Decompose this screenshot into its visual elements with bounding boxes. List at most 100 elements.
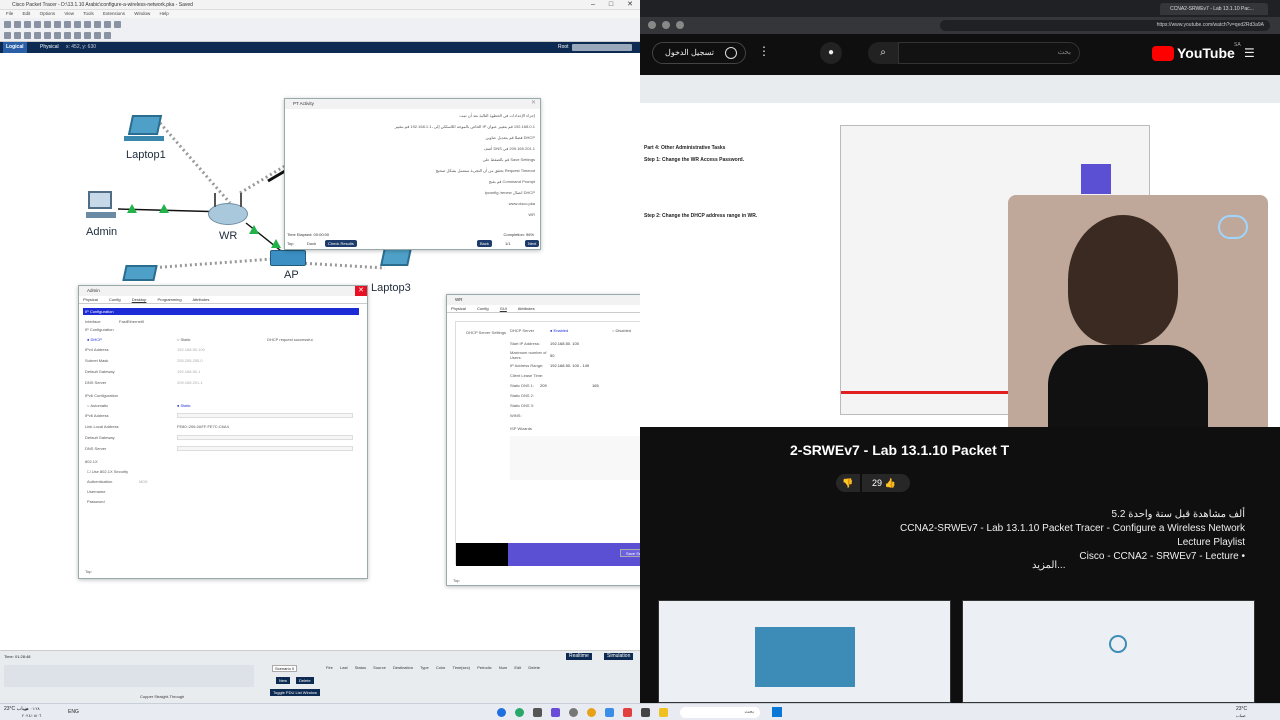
- simulation-tab[interactable]: Simulation: [604, 653, 634, 660]
- menu-file[interactable]: File: [6, 11, 13, 16]
- app-icon[interactable]: [497, 708, 506, 717]
- zoom-reset-icon[interactable]: [104, 21, 111, 28]
- paste-icon[interactable]: [64, 21, 71, 28]
- admin-device[interactable]: [86, 191, 116, 221]
- logical-tab[interactable]: Logical: [3, 42, 27, 53]
- tab-config[interactable]: Config: [477, 306, 489, 311]
- reload-icon[interactable]: [676, 21, 684, 29]
- tray-date[interactable]: ٢٠٢٤/٠٨/٠٦: [22, 713, 41, 718]
- tab-attributes[interactable]: Attributes: [518, 306, 535, 311]
- new-icon[interactable]: [4, 21, 11, 28]
- zoom-out-icon[interactable]: [114, 21, 121, 28]
- zoom-in-icon[interactable]: [94, 21, 101, 28]
- menu-window[interactable]: Window: [134, 11, 150, 16]
- ipv4-address-field[interactable]: 192.168.50.100: [177, 347, 205, 352]
- menu-options[interactable]: Options: [40, 11, 56, 16]
- youtube-logo[interactable]: YouTube: [1177, 45, 1235, 61]
- realtime-tab[interactable]: Realtime: [566, 653, 592, 660]
- dhcp-disabled-radio[interactable]: ○ Disabled: [612, 328, 631, 333]
- ipv6-static-radio[interactable]: ● Static: [177, 403, 191, 408]
- minimize-icon[interactable]: –: [585, 0, 601, 10]
- search-input[interactable]: بحث: [898, 42, 1080, 64]
- back-icon[interactable]: [648, 21, 656, 29]
- tab-gui[interactable]: GUI: [500, 306, 507, 311]
- laptop1-device[interactable]: [124, 115, 166, 145]
- draw-icon[interactable]: [54, 32, 61, 39]
- dock-checkbox[interactable]: Dock: [307, 241, 316, 246]
- weather-condition[interactable]: ضباب: [1236, 713, 1246, 718]
- browser-tab[interactable]: CCNA2-SRWEv7 - Lab 13.1.10 Pac...: [1160, 3, 1268, 15]
- ipv6-address-field[interactable]: [177, 413, 353, 418]
- toggle-pdu-button[interactable]: Toggle PDU List Window: [270, 689, 321, 696]
- app-icon[interactable]: [551, 708, 560, 717]
- scenario-select[interactable]: Scenario 0: [272, 665, 298, 672]
- video-player[interactable]: Part 4: Other Administrative Tasks Step …: [640, 75, 1280, 458]
- maximize-icon[interactable]: □: [603, 0, 619, 10]
- folder-icon[interactable]: [659, 708, 668, 717]
- start-icon[interactable]: [772, 707, 782, 717]
- forward-icon[interactable]: [662, 21, 670, 29]
- app-icon[interactable]: [605, 708, 614, 717]
- nav-tools[interactable]: [572, 44, 632, 51]
- ipv6-gateway-field[interactable]: [177, 435, 353, 440]
- palette-icon[interactable]: [94, 32, 101, 39]
- laptop2-device[interactable]: [122, 265, 158, 281]
- app-icon[interactable]: [515, 708, 524, 717]
- close-icon[interactable]: ✕: [622, 0, 638, 10]
- related-video-thumbnail[interactable]: [962, 600, 1255, 703]
- address-bar[interactable]: https://www.youtube.com/watch?v=qed2Rd3a…: [940, 20, 1270, 31]
- sign-in-button[interactable]: تسجيل الدخول: [652, 42, 746, 64]
- tab-config[interactable]: Config: [109, 297, 121, 302]
- dhcp-enabled-radio[interactable]: ● Enabled: [550, 328, 568, 333]
- redo-icon[interactable]: [84, 21, 91, 28]
- access-point-icon[interactable]: [270, 250, 306, 266]
- dns1-octet[interactable]: 209: [540, 383, 547, 388]
- dislike-icon[interactable]: 👎: [836, 474, 860, 492]
- top-checkbox[interactable]: Top: [287, 241, 293, 246]
- menu-extensions[interactable]: Extensions: [103, 11, 125, 16]
- close-icon[interactable]: ✕: [355, 286, 367, 296]
- copy-icon[interactable]: [54, 21, 61, 28]
- menu-tools[interactable]: Tools: [83, 11, 94, 16]
- like-button[interactable]: 29 👍: [862, 474, 910, 492]
- inspect-icon[interactable]: [14, 32, 21, 39]
- custom-device-icon[interactable]: [104, 32, 111, 39]
- wizard-icon[interactable]: [44, 21, 51, 28]
- check-results-button[interactable]: Check Results: [325, 240, 357, 247]
- subnet-mask-field[interactable]: 255.255.255.0: [177, 358, 203, 363]
- menu-view[interactable]: View: [64, 11, 74, 16]
- complex-pdu-icon[interactable]: [84, 32, 91, 39]
- app-icon[interactable]: [569, 708, 578, 717]
- tab-physical[interactable]: Physical: [451, 306, 466, 311]
- more-link[interactable]: المزيد...: [1032, 560, 1066, 571]
- tab-attributes[interactable]: Attributes: [192, 297, 209, 302]
- new-scenario-button[interactable]: New: [276, 677, 291, 684]
- more-options-icon[interactable]: ⋮: [758, 44, 770, 58]
- tab-desktop[interactable]: Desktop: [132, 297, 147, 302]
- tab-physical[interactable]: Physical: [83, 297, 98, 302]
- logical-workspace[interactable]: Laptop1 Admin WR AP Laptop3 PT Activity …: [0, 53, 793, 650]
- auth-select[interactable]: MD5: [139, 479, 147, 484]
- mic-icon[interactable]: ●: [820, 42, 842, 64]
- open-icon[interactable]: [14, 21, 21, 28]
- use-dot1x-checkbox[interactable]: ☐ Use 802.1X Security: [87, 469, 128, 474]
- chrome-icon[interactable]: [587, 708, 596, 717]
- print-icon[interactable]: [34, 21, 41, 28]
- max-users-field[interactable]: 50: [550, 353, 554, 358]
- app-icon[interactable]: [623, 708, 632, 717]
- note-icon[interactable]: [44, 32, 51, 39]
- link-local-field[interactable]: FE80::206:2AFF:FE7C:C6A4: [177, 424, 229, 429]
- top-checkbox[interactable]: Top: [453, 578, 459, 583]
- undo-icon[interactable]: [74, 21, 81, 28]
- delete-scenario-button[interactable]: Delete: [296, 677, 314, 684]
- dns-field[interactable]: 209.165.201.1: [177, 380, 203, 385]
- app-icon[interactable]: [641, 708, 650, 717]
- tray-time[interactable]: ٠١:٢٨ ص: [24, 706, 40, 711]
- channel-name[interactable]: Cisco - CCNA2 - SRWEv7 - Lecture •: [1079, 551, 1245, 562]
- delete-icon[interactable]: [24, 32, 31, 39]
- select-icon[interactable]: [4, 32, 11, 39]
- tab-programming[interactable]: Programming: [158, 297, 182, 302]
- menu-icon[interactable]: ☰: [1244, 46, 1255, 60]
- language-indicator[interactable]: ENG: [68, 709, 79, 715]
- search-icon[interactable]: ⌕: [868, 42, 898, 64]
